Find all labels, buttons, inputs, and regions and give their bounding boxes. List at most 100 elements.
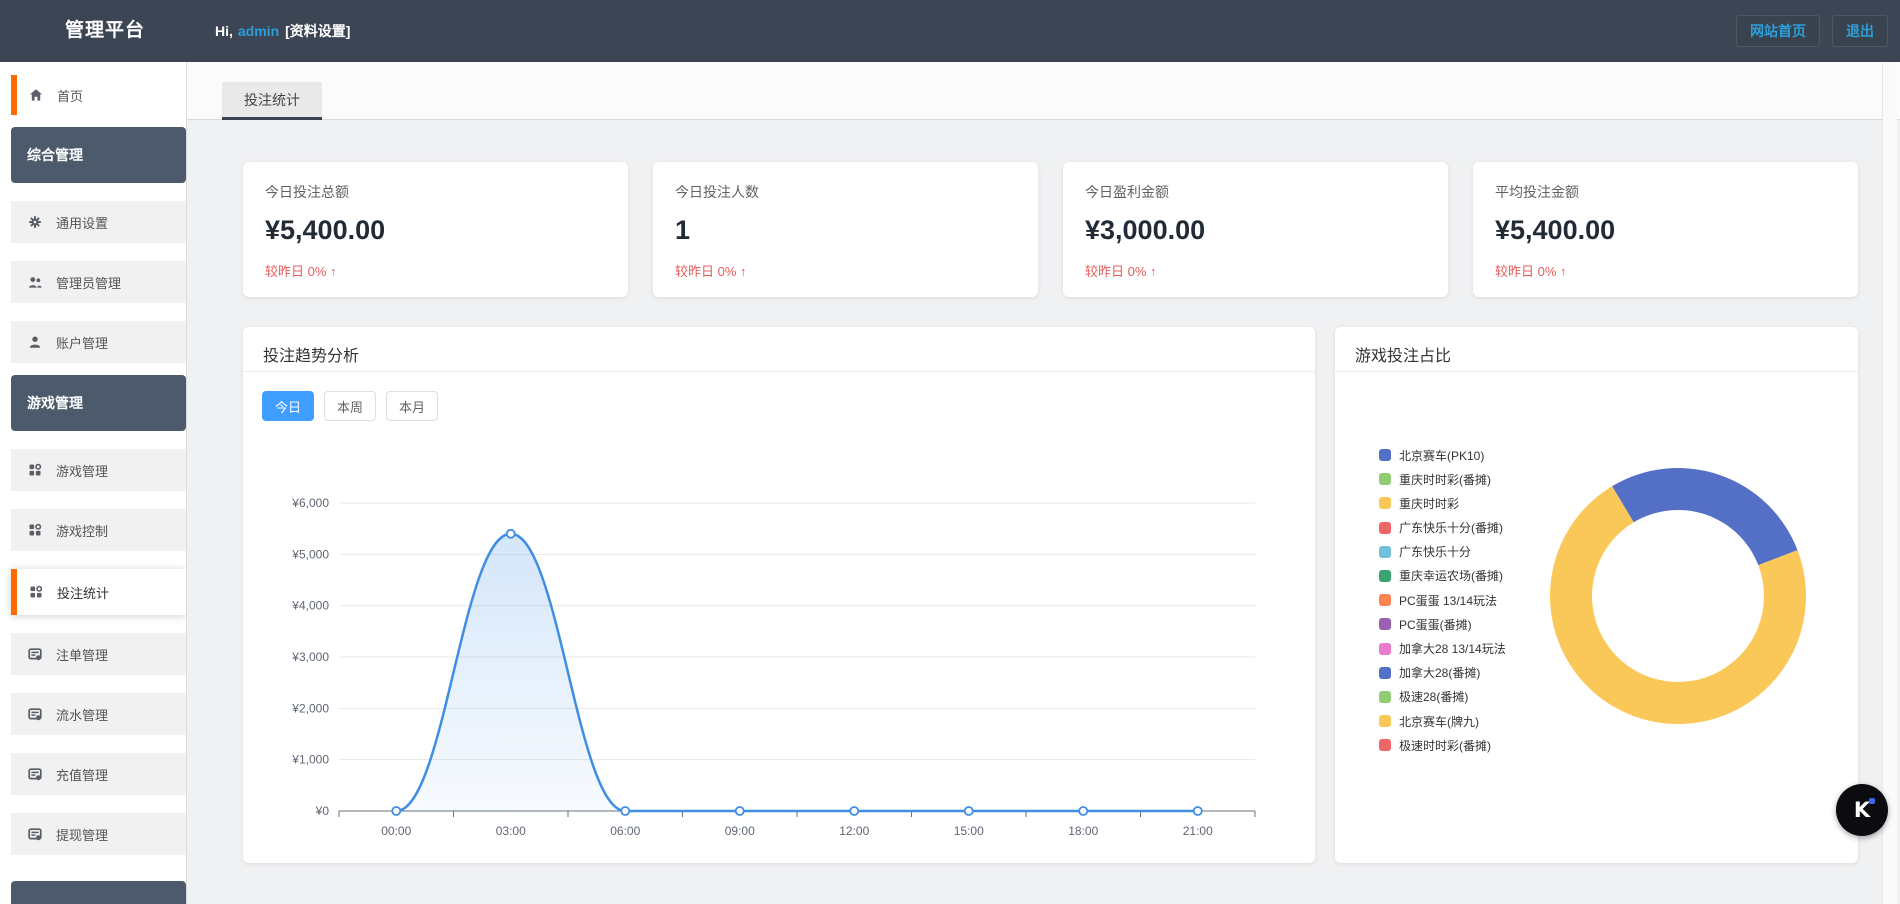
sidebar-item-1-3[interactable]: 注单管理 [11,633,186,675]
home-icon [29,88,43,102]
orders-icon [28,827,42,841]
stat-card: 今日投注总额 ¥5,400.00 较昨日 0% ↑ [243,162,628,297]
svg-text:18:00: 18:00 [1068,824,1098,838]
stat-cards-row: 今日投注总额¥5,400.00较昨日 0% ↑今日投注人数1较昨日 0% ↑今日… [243,162,1858,297]
svg-text:¥6,000: ¥6,000 [291,496,329,510]
sidebar-item-label: 充值管理 [56,765,108,784]
orders-icon [28,647,42,661]
sidebar-item-label: 通用设置 [56,213,108,232]
up-arrow-icon: ↑ [1560,264,1567,279]
sidebar-item-label: 注单管理 [56,645,108,664]
sidebar-section-2[interactable]: 系统信息 [11,881,186,904]
gear-icon [28,215,42,229]
sidebar-item-1-6[interactable]: 提现管理 [11,813,186,855]
k-badge-dot-icon [1869,798,1875,804]
sidebar: 首页综合管理通用设置管理员管理账户管理游戏管理游戏管理游戏控制投注统计注单管理流… [0,62,187,904]
sidebar-item-label: 投注统计 [57,583,109,602]
pie-donut-chart [1335,327,1858,863]
svg-text:03:00: 03:00 [496,824,526,838]
stat-card: 平均投注金额 ¥5,400.00 较昨日 0% ↑ [1473,162,1858,297]
svg-text:¥1,000: ¥1,000 [291,753,329,767]
sidebar-item-label: 管理员管理 [56,273,121,292]
stat-value: ¥5,400.00 [1495,215,1836,246]
username-link[interactable]: admin [238,23,279,39]
up-arrow-icon: ↑ [1150,264,1157,279]
svg-text:15:00: 15:00 [954,824,984,838]
stat-delta: 较昨日 0% ↑ [265,261,606,280]
grid-icon [28,523,42,537]
trend-line-chart: ¥0 ¥1,000 ¥2,000 ¥3,000 ¥4,000 ¥5,000 ¥6,000 00… [243,327,1315,863]
top-header: 管理平台 Hi, admin [资料设置] 网站首页 退出 [0,0,1900,62]
stat-delta-text: 较昨日 0% [675,264,740,279]
sidebar-section-title: 游戏管理 [27,393,83,413]
svg-text:¥2,000: ¥2,000 [291,701,329,715]
svg-text:09:00: 09:00 [725,824,755,838]
sidebar-item-label: 首页 [57,86,83,105]
svg-text:21:00: 21:00 [1183,824,1213,838]
sidebar-item-1-4[interactable]: 流水管理 [11,693,186,735]
stat-card: 今日投注人数 1 较昨日 0% ↑ [653,162,1038,297]
stat-delta: 较昨日 0% ↑ [675,261,1016,280]
svg-text:00:00: 00:00 [381,824,411,838]
stat-card: 今日盈利金额 ¥3,000.00 较昨日 0% ↑ [1063,162,1448,297]
stat-label: 今日投注人数 [675,182,1016,202]
orders-icon [28,707,42,721]
sidebar-section-1[interactable]: 游戏管理 [11,375,186,431]
sidebar-item-label: 流水管理 [56,705,108,724]
pie-card: 游戏投注占比 北京赛车(PK10)重庆时时彩(番摊)重庆时时彩广东快乐十分(番摊… [1335,327,1858,863]
page-scrollbar[interactable] [1882,62,1897,904]
up-arrow-icon: ↑ [330,264,337,279]
stat-label: 今日投注总额 [265,182,606,202]
sidebar-item-1-0[interactable]: 游戏管理 [11,449,186,491]
svg-text:¥4,000: ¥4,000 [291,599,329,613]
sidebar-item-label: 游戏控制 [56,521,108,540]
users-icon [28,275,42,289]
sidebar-item-label: 账户管理 [56,333,108,352]
logout-button[interactable]: 退出 [1832,15,1888,47]
sidebar-item-label: 游戏管理 [56,461,108,480]
sidebar-item-0-1[interactable]: 管理员管理 [11,261,186,303]
greeting-prefix: Hi, [215,23,233,39]
svg-text:¥5,000: ¥5,000 [291,547,329,561]
sidebar-item-1-2[interactable]: 投注统计 [11,569,186,615]
orders-icon [28,767,42,781]
sidebar-section-0[interactable]: 综合管理 [11,127,186,183]
sidebar-item-home[interactable]: 首页 [11,75,186,115]
user-icon [28,335,42,349]
sidebar-item-0-0[interactable]: 通用设置 [11,201,186,243]
trend-card: 投注趋势分析 今日本周本月 ¥0¥1,000¥2,000¥3,000¥4,000… [243,327,1315,863]
user-greeting: Hi, admin [资料设置] [215,0,350,62]
stat-value: ¥5,400.00 [265,215,606,246]
svg-text:¥0: ¥0 [315,804,330,818]
tab-bar: 投注统计 [187,62,1900,120]
sidebar-section-title: 综合管理 [27,145,83,165]
k-badge-letter: K [1854,798,1870,822]
stat-value: ¥3,000.00 [1085,215,1426,246]
sidebar-item-0-2[interactable]: 账户管理 [11,321,186,363]
sidebar-item-label: 提现管理 [56,825,108,844]
up-arrow-icon: ↑ [740,264,747,279]
main-content: 投注统计 今日投注总额 ¥5,400.00 较昨日 0% ↑ 今日投注人数 1 较昨日 0… [187,62,1900,904]
stat-delta-text: 较昨日 0% [1085,264,1150,279]
svg-text:¥3,000: ¥3,000 [291,650,329,664]
stat-label: 今日盈利金额 [1085,182,1426,202]
site-home-button[interactable]: 网站首页 [1736,15,1820,47]
stat-value: 1 [675,215,1016,246]
stat-delta: 较昨日 0% ↑ [1085,261,1426,280]
grid-icon [29,585,43,599]
stat-delta-text: 较昨日 0% [265,264,330,279]
sidebar-item-1-5[interactable]: 充值管理 [11,753,186,795]
floating-k-badge[interactable]: K [1836,784,1888,836]
svg-text:12:00: 12:00 [839,824,869,838]
svg-text:06:00: 06:00 [610,824,640,838]
header-actions: 网站首页 退出 [1736,0,1888,62]
tab-betting-stats[interactable]: 投注统计 [222,82,322,120]
stat-delta: 较昨日 0% ↑ [1495,261,1836,280]
stat-label: 平均投注金额 [1495,182,1836,202]
sidebar-item-1-1[interactable]: 游戏控制 [11,509,186,551]
brand-title: 管理平台 [65,0,145,62]
grid-icon [28,463,42,477]
stat-delta-text: 较昨日 0% [1495,264,1560,279]
donut-slice[interactable] [1612,468,1797,565]
profile-settings-link[interactable]: [资料设置] [285,23,350,39]
